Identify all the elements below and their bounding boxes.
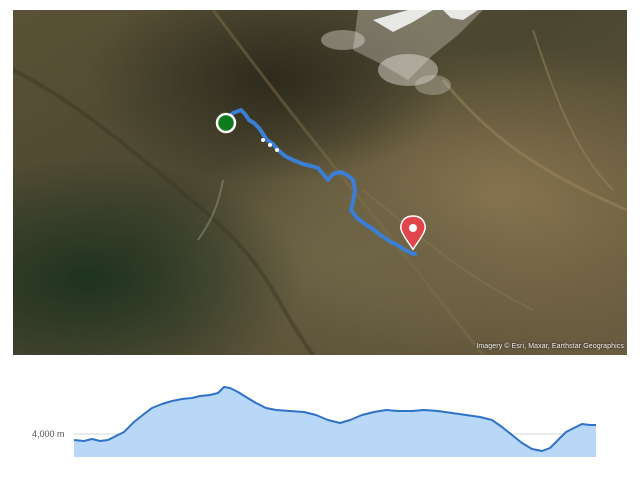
route-waypoint-dot [275, 148, 279, 152]
end-marker-pin-icon[interactable] [400, 215, 426, 251]
route-waypoint-dot [268, 143, 272, 147]
start-marker[interactable] [215, 112, 237, 134]
map-attribution: Imagery © Esri, Maxar, Earthstar Geograp… [476, 343, 624, 350]
route-layer [215, 108, 426, 256]
route-line[interactable] [224, 108, 417, 256]
elevation-profile[interactable]: 4,000 m [0, 370, 640, 470]
elevation-axis-label: 4,000 m [32, 429, 65, 439]
elevation-chart [73, 386, 596, 457]
route-waypoint-dot [261, 138, 265, 142]
satellite-map[interactable]: Imagery © Esri, Maxar, Earthstar Geograp… [13, 10, 627, 355]
